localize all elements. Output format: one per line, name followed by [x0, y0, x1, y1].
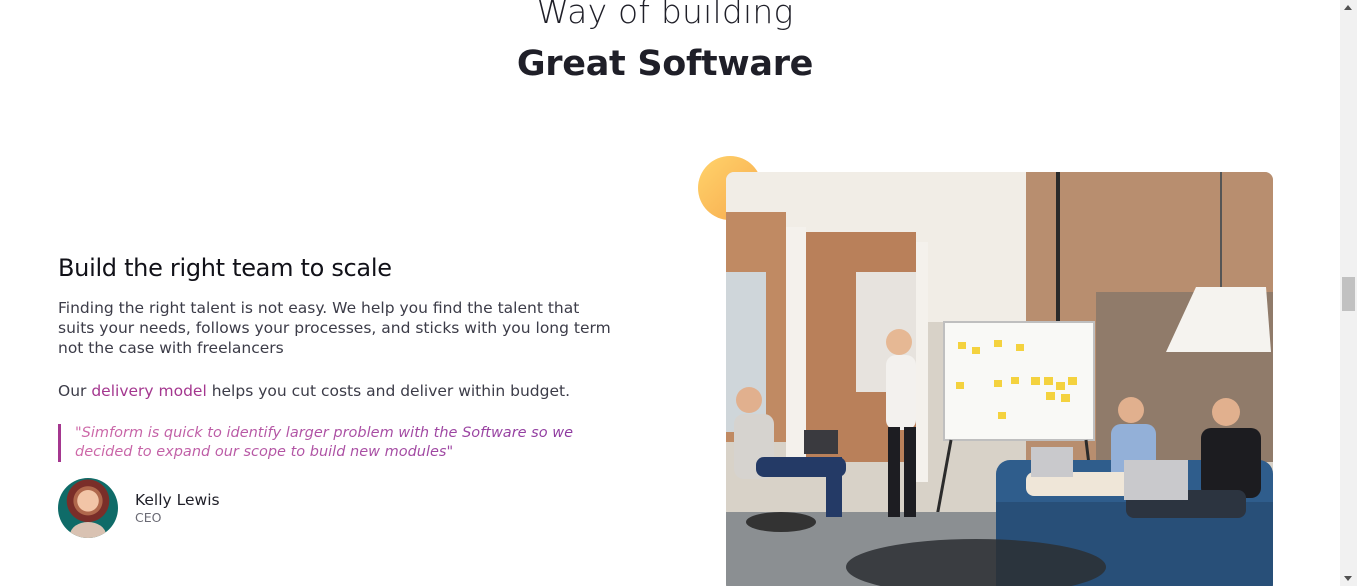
scroll-down-icon[interactable] — [1344, 576, 1352, 581]
team-content: Build the right team to scale Finding th… — [58, 252, 618, 538]
scrollbar-thumb[interactable] — [1342, 277, 1355, 311]
team-photo — [726, 172, 1273, 586]
heading-line-1: Way of building — [536, 0, 794, 31]
author-name: Kelly Lewis — [135, 490, 220, 509]
testimonial-quote: "Simform is quick to identify larger pro… — [58, 424, 575, 462]
delivery-suffix: helps you cut costs and deliver within b… — [206, 382, 571, 400]
testimonial-quote-text: "Simform is quick to identify larger pro… — [75, 425, 573, 460]
author-role: CEO — [135, 509, 162, 525]
heading-line-2: Great Software — [516, 44, 814, 84]
delivery-sentence: Our delivery model helps you cut costs a… — [58, 381, 618, 401]
scroll-up-icon[interactable] — [1344, 5, 1352, 10]
team-title: Build the right team to scale — [58, 254, 392, 282]
delivery-model-link[interactable]: delivery model — [91, 382, 206, 400]
author-info: Kelly Lewis CEO — [135, 491, 220, 526]
section-heading: Way of building Great Software — [0, 0, 1330, 90]
page: Way of building Great Software Build the… — [0, 0, 1357, 586]
delivery-prefix: Our — [58, 382, 92, 400]
team-description: Finding the right talent is not easy. We… — [58, 299, 611, 357]
testimonial-author: Kelly Lewis CEO — [58, 478, 618, 538]
vertical-scrollbar[interactable] — [1340, 0, 1357, 586]
avatar — [58, 478, 118, 538]
